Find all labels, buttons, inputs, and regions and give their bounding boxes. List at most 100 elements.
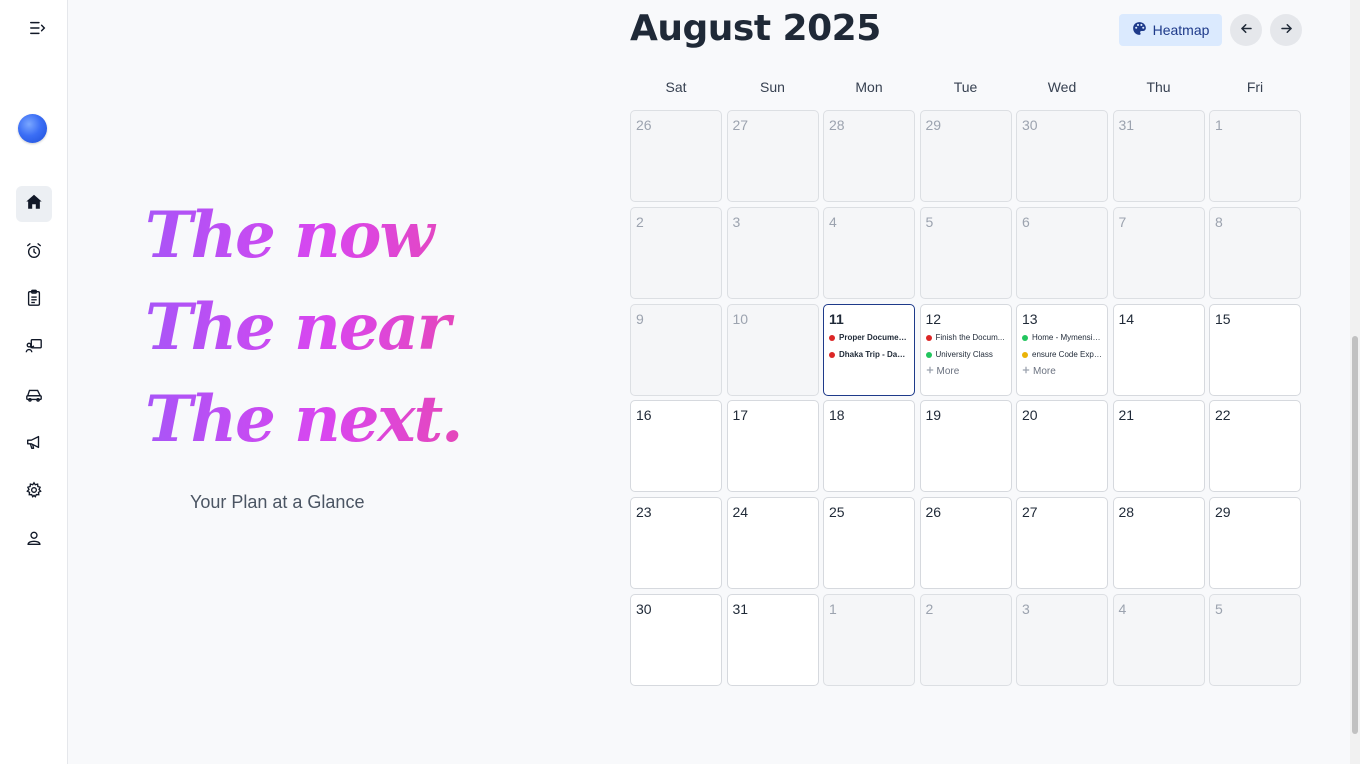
day-cell[interactable]: 24: [726, 497, 819, 590]
event-dot-icon: [925, 334, 932, 341]
day-cell[interactable]: 22: [1209, 400, 1301, 493]
weekday-label: Sun: [760, 79, 785, 95]
more-events-link[interactable]: More: [1022, 366, 1102, 377]
weekday-label: Tue: [953, 79, 978, 95]
event-dot-icon: [829, 334, 835, 341]
home-icon: [25, 193, 43, 215]
day-number: 29: [925, 117, 942, 133]
day-cell[interactable]: 11 Proper Documen... Dhaka Trip - Day ...: [823, 303, 915, 396]
day-number: 8: [1215, 213, 1223, 230]
nav-home[interactable]: [16, 186, 52, 222]
day-cell[interactable]: 19: [919, 400, 1012, 493]
day-number: 4: [829, 213, 837, 230]
scrollbar[interactable]: [1350, 0, 1360, 764]
day-cell[interactable]: 12 Finish the Docum... University Class Mor…: [919, 303, 1012, 396]
day-cell[interactable]: 3: [1016, 594, 1108, 686]
day-cell[interactable]: 27: [726, 110, 819, 202]
day-cell[interactable]: 3: [726, 206, 819, 299]
day-cell[interactable]: 14: [1112, 303, 1205, 396]
nav-alarms[interactable]: [16, 235, 52, 271]
day-cell[interactable]: 29: [919, 110, 1012, 202]
day-cell[interactable]: 13 Home - Mymensin... ensure Code Expl... M…: [1016, 303, 1108, 396]
day-cell[interactable]: 28: [1112, 497, 1205, 590]
event-item[interactable]: University Class: [925, 349, 1006, 361]
day-cell[interactable]: 31: [1112, 110, 1205, 202]
weekday-label: Mon: [855, 79, 883, 95]
day-cell[interactable]: 10: [726, 303, 819, 396]
month-title: August 2025: [630, 8, 881, 49]
day-cell[interactable]: 16: [630, 400, 722, 493]
alarm-clock-icon: [25, 242, 43, 264]
day-cell[interactable]: 27: [1016, 497, 1108, 590]
weekday-label: Fri: [1246, 79, 1264, 95]
day-cell[interactable]: 28: [823, 110, 915, 202]
heatmap-button[interactable]: Heatmap: [1119, 14, 1222, 46]
day-cell[interactable]: 1: [1209, 110, 1301, 202]
scrollbar-thumb[interactable]: [1352, 336, 1358, 734]
event-item[interactable]: Finish the Docum...: [925, 332, 1006, 344]
day-cell[interactable]: 1: [823, 594, 915, 686]
day-number: 30: [636, 601, 652, 617]
day-cell[interactable]: 20: [1016, 400, 1108, 493]
heatmap-label: Heatmap: [1152, 22, 1210, 38]
day-number: 11: [829, 310, 844, 327]
day-cell[interactable]: 5: [919, 206, 1012, 299]
weekday-label: Wed: [1047, 79, 1077, 95]
day-cell[interactable]: 30: [1016, 110, 1108, 202]
tagline: Your Plan at a Glance: [190, 492, 365, 512]
event-title: Finish the Docum...: [935, 333, 1005, 343]
day-cell[interactable]: 29: [1209, 497, 1301, 590]
avatar[interactable]: [18, 114, 47, 143]
day-cell[interactable]: 5: [1209, 594, 1301, 686]
nav-travel[interactable]: [16, 378, 52, 414]
day-cell[interactable]: 31: [726, 594, 819, 686]
calendar-grid: 26 27 28 29 30 31 1 2 3 4 5 6 7 8 9 10 11 Proper Documen.…: [630, 110, 1302, 686]
day-cell[interactable]: 8: [1209, 206, 1301, 299]
day-cell[interactable]: 7: [1112, 206, 1205, 299]
event-item[interactable]: Proper Documen...: [829, 332, 909, 344]
day-number: 27: [732, 117, 749, 133]
event-dot-icon: [1022, 334, 1028, 341]
day-cell[interactable]: 25: [823, 497, 915, 590]
day-cell[interactable]: 6: [1016, 206, 1108, 299]
more-label: More: [1033, 365, 1056, 377]
event-item[interactable]: ensure Code Expl...: [1022, 349, 1102, 361]
day-number: 3: [732, 213, 741, 230]
nav-settings[interactable]: [16, 474, 52, 510]
day-cell[interactable]: 18: [823, 400, 915, 493]
nav-tasks[interactable]: [16, 282, 52, 318]
sidebar: [0, 0, 68, 764]
day-cell[interactable]: 4: [1112, 594, 1205, 686]
next-month-button[interactable]: [1270, 14, 1302, 46]
event-title: Home - Mymensin...: [1032, 333, 1102, 343]
day-cell[interactable]: 30: [630, 594, 722, 686]
clipboard-icon: [25, 289, 43, 311]
day-cell[interactable]: 2: [630, 206, 722, 299]
day-number: 10: [732, 310, 749, 327]
day-number: 20: [1022, 407, 1038, 424]
more-events-link[interactable]: More: [926, 366, 1006, 377]
event-item[interactable]: Home - Mymensin...: [1022, 332, 1102, 344]
day-cell[interactable]: 23: [630, 497, 722, 590]
palette-icon: [1132, 21, 1147, 39]
nav-classes[interactable]: [16, 330, 52, 366]
arrow-right-icon: [1279, 21, 1294, 40]
day-cell[interactable]: 9: [630, 303, 722, 396]
day-number: 16: [636, 407, 652, 424]
nav-announcements[interactable]: [16, 426, 52, 462]
nav-profile[interactable]: [16, 522, 52, 558]
hero-line-now: The now: [145, 190, 545, 282]
expand-sidebar-icon[interactable]: [20, 10, 56, 46]
day-cell[interactable]: 2: [919, 594, 1012, 686]
weekday-label: Sat: [665, 79, 687, 95]
previous-month-button[interactable]: [1230, 14, 1262, 46]
event-item[interactable]: Dhaka Trip - Day ...: [829, 349, 909, 361]
day-cell[interactable]: 17: [726, 400, 819, 493]
megaphone-icon: [25, 433, 43, 455]
day-cell[interactable]: 21: [1112, 400, 1205, 493]
day-cell[interactable]: 4: [823, 206, 915, 299]
day-cell[interactable]: 26: [630, 110, 722, 202]
day-cell[interactable]: 26: [919, 497, 1012, 590]
day-cell[interactable]: 15: [1209, 303, 1301, 396]
day-number: 28: [1118, 504, 1135, 521]
